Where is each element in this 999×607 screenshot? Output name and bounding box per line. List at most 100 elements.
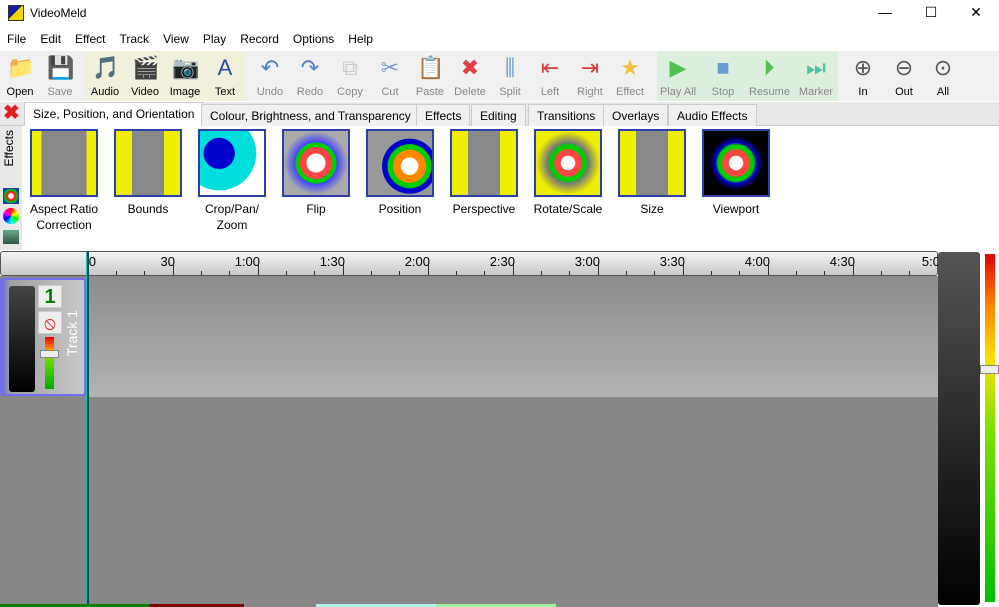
menu-play[interactable]: Play (196, 29, 233, 49)
effect-bounds[interactable]: Bounds (106, 129, 190, 217)
copy-icon: ⧉ (342, 55, 358, 80)
timeline-ruler[interactable]: 0 30 1:00 1:30 2:00 2:30 3:00 3:30 4:00 4:30 5:0 (0, 251, 940, 276)
effect-position[interactable]: Position (358, 129, 442, 217)
zoom-out-icon: ⊖ (894, 55, 914, 80)
toolbar-cut-button[interactable]: ✂ Cut (370, 53, 410, 98)
track-1-lane[interactable] (88, 276, 938, 397)
toolbar-label: Right (577, 86, 603, 98)
menu-track[interactable]: Track (113, 29, 157, 49)
menu-effect[interactable]: Effect (68, 29, 112, 49)
toolbar-out-button[interactable]: ⊖ Out (884, 53, 924, 98)
ruler-minor-tick (484, 271, 485, 275)
toolbar: 📁 Open 💾 Save 🎵 Audio 🎬 Video 📷 Image A Text ↶ Undo ↷ R… (0, 51, 999, 101)
master-volume-slider[interactable] (985, 254, 995, 602)
effect-perspective[interactable]: Perspective (442, 129, 526, 217)
ruler-tick (428, 265, 429, 275)
ruler-minor-tick (371, 271, 372, 275)
master-volume-thumb[interactable] (980, 365, 999, 374)
trim-right-icon: ⇥ (580, 55, 600, 80)
toolbar-right-button[interactable]: ⇥ Right (570, 53, 610, 98)
scissors-icon: ✂ (380, 55, 400, 80)
tab-4[interactable]: Transitions (528, 104, 605, 126)
toolbar-label: Copy (337, 86, 363, 98)
close-button[interactable]: ✕ (953, 0, 999, 26)
trim-left-icon: ⇤ (540, 55, 560, 80)
toolbar-open-button[interactable]: 📁 Open (0, 53, 40, 98)
toolbar-marker-button[interactable]: ⏭ Marker (796, 53, 836, 98)
ruler-label: 1:00 (234, 254, 260, 269)
menu-record[interactable]: Record (233, 29, 286, 49)
ruler-minor-tick (229, 271, 230, 275)
toolbar-paste-button[interactable]: 📋 Paste (410, 53, 450, 98)
track-volume-thumb[interactable] (40, 350, 59, 358)
menu-file[interactable]: File (0, 29, 33, 49)
effect-aspect-ratio-correction[interactable]: Aspect Ratio Correction (22, 129, 106, 233)
effect-label: Bounds (127, 202, 169, 216)
menu-view[interactable]: View (156, 29, 196, 49)
effect-viewport[interactable]: Viewport (694, 129, 778, 217)
effects-panel: Effects Aspect Ratio Correction Bounds Cro… (0, 126, 999, 250)
menu-help[interactable]: Help (341, 29, 380, 49)
effect-size[interactable]: Size (610, 129, 694, 217)
toolbar-image-button[interactable]: 📷 Image (165, 53, 205, 98)
effect-thumbnail (366, 129, 434, 197)
toolbar-text-button[interactable]: A Text (205, 53, 245, 98)
title-bar: VideoMeld — ☐ ✕ (0, 0, 999, 26)
effects-side-label: Effects (2, 130, 16, 167)
toolbar-audio-button[interactable]: 🎵 Audio (85, 53, 125, 98)
toolbar-video-button[interactable]: 🎬 Video (125, 53, 165, 98)
add-video-icon: 🎬 (132, 55, 160, 80)
maximize-button[interactable]: ☐ (908, 0, 954, 26)
redo-icon: ↷ (300, 55, 320, 80)
toolbar-left-button[interactable]: ⇤ Left (530, 53, 570, 98)
toolbar-effect-button[interactable]: ★ Effect (610, 53, 650, 98)
menu-edit[interactable]: Edit (33, 29, 68, 49)
tab-2[interactable]: Effects (416, 104, 471, 126)
toolbar-resume-button[interactable]: ⏵ Resume (749, 53, 790, 98)
track-number-button[interactable]: 1 (38, 285, 62, 308)
tab-3[interactable]: Editing (471, 104, 526, 126)
effects-sidebar: Effects (0, 126, 22, 250)
effects-category-icon[interactable] (3, 188, 19, 204)
track-level-meter (9, 286, 35, 392)
toolbar-label: Redo (296, 86, 324, 98)
colour-category-icon[interactable] (3, 208, 19, 224)
toolbar-copy-button[interactable]: ⧉ Copy (330, 53, 370, 98)
effect-rotate-scale[interactable]: Rotate/Scale (526, 129, 610, 217)
minimize-button[interactable]: — (862, 0, 908, 26)
no-entry-icon[interactable]: ⦸ (38, 311, 62, 334)
playhead[interactable] (86, 252, 89, 607)
track-name: Track 1 (64, 310, 80, 357)
effect-crop-pan-zoom[interactable]: Crop/Pan/ Zoom (190, 129, 274, 233)
menu-options[interactable]: Options (286, 29, 341, 49)
ruler-minor-tick (824, 271, 825, 275)
toolbar-save-button[interactable]: 💾 Save (40, 53, 80, 98)
track-volume-slider[interactable] (45, 337, 54, 389)
ruler-label: 2:30 (489, 254, 515, 269)
image-category-icon[interactable] (3, 230, 19, 244)
ruler-tick (173, 265, 174, 275)
ruler-label: 4:30 (829, 254, 855, 269)
tab-0[interactable]: Size, Position, and Orientation (24, 102, 204, 127)
track-1-header[interactable]: 1 ⦸ Track 1 (0, 278, 86, 396)
toolbar-all-button[interactable]: ⊙ All (923, 53, 963, 98)
toolbar-play-all-button[interactable]: ▶ Play All (658, 53, 698, 98)
toolbar-undo-button[interactable]: ↶ Undo (250, 53, 290, 98)
effect-label: Size (640, 202, 664, 216)
tab-6[interactable]: Audio Effects (668, 104, 757, 126)
timeline-area[interactable]: 1 ⦸ Track 1 (0, 276, 938, 607)
play-icon: ▶ (669, 55, 687, 80)
effect-thumbnail (450, 129, 518, 197)
toolbar-in-button[interactable]: ⊕ In (843, 53, 883, 98)
effect-thumbnail (114, 129, 182, 197)
toolbar-split-button[interactable]: ⫼ Split (490, 53, 530, 98)
tab-5[interactable]: Overlays (603, 104, 669, 126)
toolbar-stop-button[interactable]: ■ Stop (703, 53, 743, 98)
close-panel-icon[interactable]: ✖ (3, 102, 20, 124)
effect-flip[interactable]: Flip (274, 129, 358, 217)
toolbar-delete-button[interactable]: ✖ Delete (450, 53, 490, 98)
toolbar-label: Undo (256, 86, 284, 98)
toolbar-redo-button[interactable]: ↷ Redo (290, 53, 330, 98)
tab-1[interactable]: Colour, Brightness, and Transparency (201, 104, 420, 126)
paste-icon: 📋 (417, 55, 445, 80)
